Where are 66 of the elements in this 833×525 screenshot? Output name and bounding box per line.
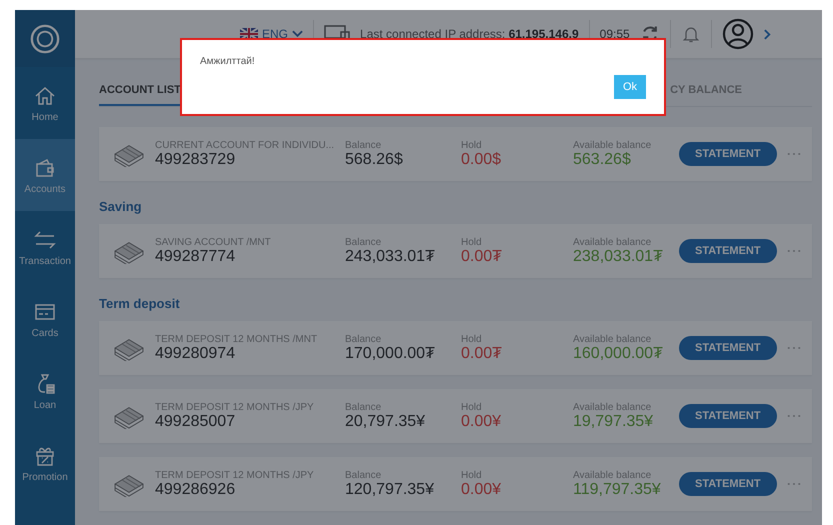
hold-amount: 0.00$ xyxy=(461,150,502,168)
sidebar-item[interactable]: Promotion xyxy=(15,427,75,499)
more-options-icon[interactable] xyxy=(786,482,801,486)
balance-amount: 243,033.01₮ xyxy=(345,248,436,266)
account-number: 499286926 xyxy=(155,480,236,498)
balance-label: Balance xyxy=(345,236,382,248)
balance-amount: 170,000.00₮ xyxy=(345,344,436,362)
sidebar-item[interactable]: Home xyxy=(15,67,75,139)
hold-label: Hold xyxy=(461,334,483,344)
sidebar-item[interactable]: Cards xyxy=(15,283,75,355)
balance-label: Balance xyxy=(345,334,382,344)
account-name: TERM DEPOSIT 12 MONTHS /JPY xyxy=(155,402,315,412)
account-number: 499285007 xyxy=(155,412,236,430)
account-name: SAVING ACCOUNT /MNT xyxy=(155,236,272,248)
available-balance-amount: 160,000.00₮ xyxy=(573,344,664,362)
dialog-message: Амжилттай! xyxy=(200,56,255,67)
section-heading: Saving xyxy=(99,199,143,214)
hold-label: Hold xyxy=(461,140,483,150)
hold-label: Hold xyxy=(461,470,483,480)
hold-amount: 0.00₮ xyxy=(461,344,503,362)
available-balance-label: Available balance xyxy=(573,140,652,150)
account-number: 499283729 xyxy=(155,150,236,168)
chevron-down-icon xyxy=(292,30,304,38)
statement-button[interactable]: STATEMENT xyxy=(679,404,777,428)
balance-label: Balance xyxy=(345,140,382,150)
more-options-icon[interactable] xyxy=(786,152,801,156)
account-number: 499280974 xyxy=(155,344,236,362)
logo-icon xyxy=(30,24,60,54)
user-avatar-icon[interactable] xyxy=(722,18,754,50)
available-balance-label: Available balance xyxy=(573,470,652,480)
available-balance-amount: 563.26$ xyxy=(573,150,632,168)
ok-button[interactable]: Ok xyxy=(614,75,646,99)
balance-amount: 120,797.35¥ xyxy=(345,480,435,498)
available-balance-label: Available balance xyxy=(573,236,652,248)
more-options-icon[interactable] xyxy=(786,346,801,350)
sidebar-item[interactable]: Transaction xyxy=(15,211,75,283)
section-heading: Term deposit xyxy=(99,296,181,311)
balance-label: Balance xyxy=(345,470,382,480)
sidebar-item[interactable]: Loan xyxy=(15,355,75,427)
more-options-icon[interactable] xyxy=(786,249,801,253)
hold-amount: 0.00¥ xyxy=(461,412,502,430)
hold-label: Hold xyxy=(461,402,483,412)
hold-amount: 0.00¥ xyxy=(461,480,502,498)
account-name: TERM DEPOSIT 12 MONTHS /JPY xyxy=(155,470,315,480)
statement-button[interactable]: STATEMENT xyxy=(679,142,777,166)
statement-button[interactable]: STATEMENT xyxy=(679,336,777,360)
available-balance-amount: 19,797.35¥ xyxy=(573,412,654,430)
time-text: 09:55 xyxy=(600,27,630,41)
statement-button[interactable]: STATEMENT xyxy=(679,472,777,496)
balance-amount: 568.26$ xyxy=(345,150,404,168)
available-balance-label: Available balance xyxy=(573,402,652,412)
balance-label: Balance xyxy=(345,402,382,412)
balance-amount: 20,797.35¥ xyxy=(345,412,426,430)
chevron-right-icon[interactable] xyxy=(764,28,771,40)
more-options-icon[interactable] xyxy=(786,414,801,418)
sidebar-item[interactable]: Accounts xyxy=(15,139,75,211)
statement-button[interactable]: STATEMENT xyxy=(679,239,777,263)
available-balance-amount: 119,797.35¥ xyxy=(573,480,662,498)
account-number: 499287774 xyxy=(155,248,236,266)
available-balance-amount: 238,033.01₮ xyxy=(573,248,664,266)
account-name: TERM DEPOSIT 12 MONTHS /MNT xyxy=(155,334,318,344)
hold-label: Hold xyxy=(461,236,483,248)
available-balance-label: Available balance xyxy=(573,334,652,344)
ip-label: Last connected IP address: 61.195.146.9 xyxy=(360,27,579,41)
account-name: CURRENT ACCOUNT FOR INDIVIDU... xyxy=(155,140,336,150)
hold-amount: 0.00₮ xyxy=(461,248,503,266)
